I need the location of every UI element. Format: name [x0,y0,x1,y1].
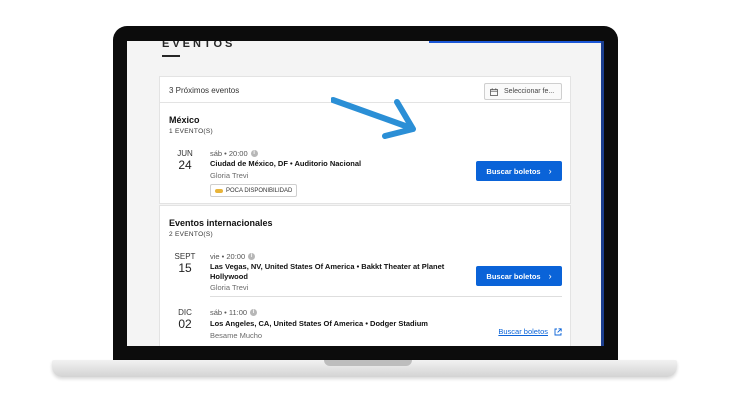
event-month: SEPT [174,252,196,261]
section-title: México [169,115,200,125]
info-icon[interactable]: i [250,150,258,157]
scrollbar[interactable] [601,41,604,346]
info-icon[interactable]: i [250,309,258,316]
top-accent-bar [429,41,601,43]
chevron-right-icon: › [548,166,552,176]
event-time: sáb • 11:00 [210,308,248,317]
section-count: 1 EVENTO(S) [169,128,213,135]
chevron-right-icon: › [548,271,552,281]
event-month: JUN [177,149,193,158]
buy-tickets-button[interactable]: Buscar boletos › [476,266,562,286]
event-venue[interactable]: Los Angeles, CA, United States Of Americ… [210,319,510,329]
info-icon[interactable]: i [248,253,256,260]
event-day: 15 [178,261,192,275]
event-day: 24 [178,158,192,172]
date-picker-button[interactable]: Seleccionar fe... [484,83,562,100]
event-time-row: sáb • 20:00 i [210,149,258,158]
buy-tickets-button[interactable]: Buscar boletos › [476,161,562,181]
event-time: sáb • 20:00 [210,149,248,158]
event-divider [210,296,562,297]
page-title: EVENTOS [162,41,236,50]
availability-badge: POCA DISPONIBILIDAD [210,184,298,197]
event-artist: Gloria Trevi [210,171,249,180]
buy-tickets-link[interactable]: Buscar boletos [498,327,562,336]
calendar-icon [490,87,498,96]
date-picker-label: Seleccionar fe... [504,88,555,95]
event-venue[interactable]: Ciudad de México, DF • Auditorio Naciona… [210,159,460,169]
screen: EVENTOS 3 Próximos eventos Seleccionar f… [127,41,604,346]
event-day: 02 [178,317,192,331]
event-time-row: vie • 20:00 i [210,252,256,261]
buy-tickets-label: Buscar boletos [498,327,548,336]
section-international: Eventos internacionales 2 EVENTO(S) SEPT… [160,206,570,346]
availability-icon [215,188,223,193]
event-time: vie • 20:00 [210,252,246,261]
event-artist: Besame Mucho [210,331,263,340]
buy-tickets-label: Buscar boletos [486,271,541,281]
title-underline [162,55,180,57]
buy-tickets-label: Buscar boletos [486,166,541,176]
event-venue[interactable]: Las Vegas, NV, United States Of America … [210,262,460,282]
event-artist: Gloria Trevi [210,283,249,292]
laptop-notch [324,360,412,366]
event-month: DIC [178,308,192,317]
pointer-arrow [331,97,416,139]
event-time-row: sáb • 11:00 i [210,308,258,317]
badge-label: POCA DISPONIBILIDAD [226,187,293,194]
upcoming-count: 3 Próximos eventos [169,86,240,95]
section-count: 2 EVENTO(S) [169,231,213,238]
section-title: Eventos internacionales [169,218,273,228]
external-link-icon [554,327,562,335]
